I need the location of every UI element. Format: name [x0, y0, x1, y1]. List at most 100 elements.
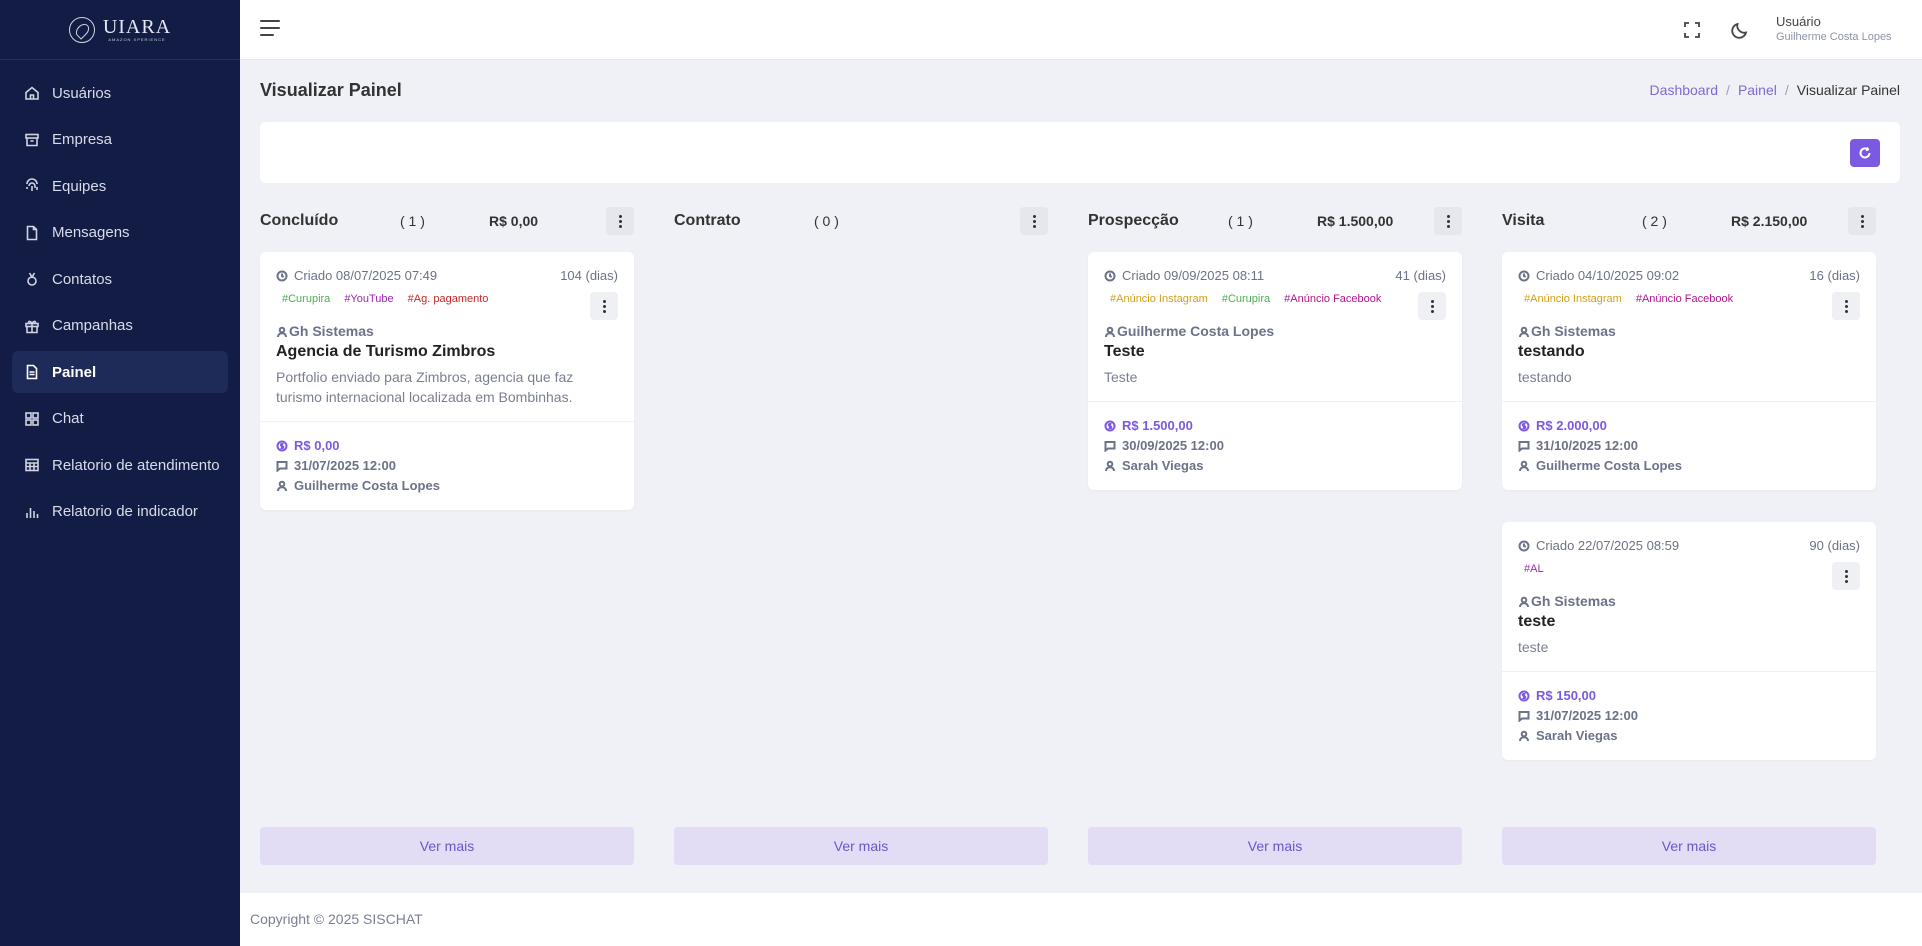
- leaf-logo-icon: [68, 16, 95, 43]
- ver-mais-button[interactable]: Ver mais: [674, 827, 1048, 865]
- sidebar-item-usuarios[interactable]: Usuários: [12, 72, 228, 114]
- column-title: Concluído: [260, 212, 339, 229]
- more-vertical-icon: [1430, 299, 1434, 313]
- coin-icon: [1518, 690, 1530, 702]
- tag-list: #Anúncio Instagram #Curupira #Anúncio Face…: [1104, 293, 1446, 311]
- tag-badge: #Curupira: [1221, 293, 1271, 305]
- sidebar-item-relatorio-indicador[interactable]: Relatorio de indicador: [12, 491, 228, 533]
- coin-icon: [1104, 420, 1116, 432]
- tag-list: #Curupira #YouTube #Ag. pagamento: [276, 293, 618, 311]
- page-title: Visualizar Painel: [260, 80, 402, 100]
- ver-mais-button[interactable]: Ver mais: [1502, 827, 1876, 865]
- card-title: Agencia de Turismo Zimbros: [276, 343, 496, 360]
- column-menu-button[interactable]: [1434, 207, 1462, 235]
- home-icon: [24, 85, 40, 101]
- card-footer: R$ 150,00 31/07/2025 12:00 Sarah Viegas: [1502, 672, 1876, 760]
- sidebar-item-relatorio-atendimento[interactable]: Relatorio de atendimento: [12, 444, 228, 486]
- breadcrumb: Dashboard / Painel / Visualizar Painel: [1649, 82, 1900, 98]
- breadcrumb-current: Visualizar Painel: [1796, 82, 1900, 98]
- sidebar-item-equipes[interactable]: Equipes: [12, 165, 228, 207]
- column-header: Concluído ( 1 ) R$ 0,00: [260, 206, 634, 236]
- column-count: ( 2 ): [1642, 213, 1667, 229]
- column-total: R$ 2.150,00: [1731, 213, 1808, 229]
- more-vertical-icon: [1446, 214, 1450, 228]
- card-footer: R$ 2.000,00 31/10/2025 12:00 Guilherme Cos…: [1502, 402, 1876, 490]
- deal-value-text: R$ 1.500,00: [1122, 418, 1193, 433]
- company-name: Gh Sistemas: [1518, 593, 1860, 609]
- owner-text: Sarah Viegas: [1122, 458, 1204, 473]
- column-menu-button[interactable]: [1020, 207, 1048, 235]
- sidebar-item-chat[interactable]: Chat: [12, 398, 228, 440]
- owner: Guilherme Costa Lopes: [276, 478, 618, 493]
- days-count: 104 (dias): [560, 268, 618, 283]
- sidebar: UIARA AMAZON XPERIENCE Usuários Empresa …: [0, 0, 240, 946]
- column-menu-button[interactable]: [1848, 207, 1876, 235]
- deal-card[interactable]: Criado 09/09/2025 08:11 41 (dias) #Anúncio…: [1088, 252, 1462, 490]
- bar-chart-icon: [24, 504, 40, 520]
- tag-list: #Anúncio Instagram #Anúncio Facebook: [1518, 293, 1860, 311]
- brand-logo[interactable]: UIARA AMAZON XPERIENCE: [0, 0, 240, 60]
- tag-list: #AL: [1518, 563, 1860, 581]
- more-vertical-icon: [1860, 214, 1864, 228]
- clock-icon: [1104, 270, 1116, 282]
- column-menu-button[interactable]: [606, 207, 634, 235]
- column-title: Visita: [1502, 212, 1545, 229]
- sidebar-item-empresa[interactable]: Empresa: [12, 119, 228, 161]
- column-total: R$ 0,00: [489, 213, 539, 229]
- deal-value: R$ 1.500,00: [1104, 418, 1446, 433]
- tag-badge: #Anúncio Facebook: [1284, 293, 1382, 305]
- column-header: Prospecção ( 1 ) R$ 1.500,00: [1088, 206, 1462, 236]
- fingerprint-icon: [24, 178, 40, 194]
- sidebar-item-label: Mensagens: [52, 224, 130, 241]
- kanban-column: Contrato ( 0 ): [674, 206, 1048, 236]
- deal-card[interactable]: Criado 22/07/2025 08:59 90 (dias) #AL Gh Si…: [1502, 522, 1876, 760]
- gift-icon: [24, 318, 40, 334]
- refresh-button[interactable]: [1850, 139, 1880, 167]
- due-date-text: 31/07/2025 12:00: [1536, 708, 1638, 723]
- ver-mais-button[interactable]: Ver mais: [1088, 827, 1462, 865]
- message-icon: [276, 460, 288, 473]
- sidebar-item-label: Relatorio de indicador: [52, 503, 198, 520]
- tag-badge: #AL: [1524, 563, 1544, 575]
- due-date-text: 31/10/2025 12:00: [1536, 438, 1638, 453]
- sidebar-item-label: Equipes: [52, 177, 107, 195]
- days-count: 90 (dias): [1809, 538, 1860, 553]
- breadcrumb-painel[interactable]: Painel: [1738, 82, 1777, 98]
- company-name: Gh Sistemas: [1518, 323, 1860, 339]
- due-date-text: 30/09/2025 12:00: [1122, 438, 1224, 453]
- sidebar-item-label: Contatos: [52, 270, 113, 288]
- more-vertical-icon: [618, 214, 622, 228]
- deal-card[interactable]: Criado 08/07/2025 07:49 104 (dias) #Curupi…: [260, 252, 634, 510]
- message-icon: [1104, 440, 1116, 453]
- sidebar-item-contatos[interactable]: Contatos: [12, 258, 228, 300]
- footer: Copyright © 2025 SISCHAT: [240, 893, 1922, 946]
- user-icon: [1104, 460, 1116, 472]
- clock-icon: [276, 270, 288, 282]
- coin-icon: [276, 440, 288, 452]
- card-description: teste: [1518, 639, 1549, 655]
- tag-badge: #Curupira: [282, 293, 331, 305]
- sidebar-item-campanhas[interactable]: Campanhas: [12, 305, 228, 347]
- moon-icon[interactable]: [1730, 20, 1750, 40]
- due-date: 31/07/2025 12:00: [276, 458, 618, 473]
- sidebar-item-mensagens[interactable]: Mensagens: [12, 212, 228, 254]
- user-menu[interactable]: Usuário Guilherme Costa Lopes: [1776, 14, 1892, 43]
- message-icon: [1518, 440, 1530, 453]
- sidebar-item-painel[interactable]: Painel: [12, 351, 228, 393]
- more-vertical-icon: [1844, 569, 1848, 583]
- clock-icon: [1518, 270, 1530, 282]
- company-name: Guilherme Costa Lopes: [1104, 323, 1446, 339]
- column-count: ( 0 ): [814, 213, 839, 229]
- more-vertical-icon: [1032, 214, 1036, 228]
- deal-card[interactable]: Criado 04/10/2025 09:02 16 (dias) #Anúncio…: [1502, 252, 1876, 490]
- menu-toggle-icon[interactable]: [260, 20, 280, 40]
- card-menu-button[interactable]: [1832, 292, 1860, 320]
- coin-icon: [1518, 420, 1530, 432]
- card-menu-button[interactable]: [1418, 292, 1446, 320]
- fullscreen-icon[interactable]: [1682, 20, 1702, 40]
- sidebar-item-label: Relatorio de atendimento: [52, 456, 220, 474]
- card-menu-button[interactable]: [590, 292, 618, 320]
- breadcrumb-dashboard[interactable]: Dashboard: [1650, 82, 1719, 98]
- ver-mais-button[interactable]: Ver mais: [260, 827, 634, 865]
- card-menu-button[interactable]: [1832, 562, 1860, 590]
